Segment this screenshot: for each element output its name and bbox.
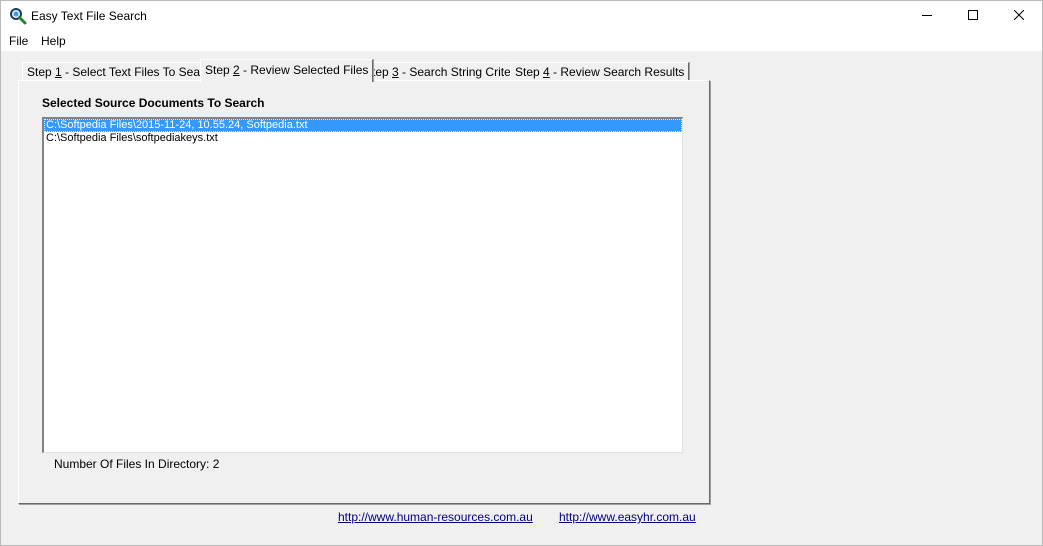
list-item-selected[interactable]: C:\Softpedia Files\2015-11-24, 10.55.24,… <box>44 119 682 132</box>
list-item[interactable]: C:\Softpedia Files\softpediakeys.txt <box>44 132 682 145</box>
tab-label-suffix: - Search String Criteria <box>398 65 525 79</box>
link-easyhr[interactable]: http://www.easyhr.com.au <box>559 510 696 524</box>
close-button[interactable] <box>996 1 1042 31</box>
tab-step-3[interactable]: Step 3 - Search String Criteria <box>359 62 530 81</box>
window-title: Easy Text File Search <box>31 9 147 23</box>
tab-step-1[interactable]: Step 1 - Select Text Files To Search <box>22 62 222 81</box>
tab-label-suffix: - Review Search Results <box>549 65 685 79</box>
tab-label-suffix: - Review Selected Files <box>239 63 369 77</box>
client-area: Step 1 - Select Text Files To Search Ste… <box>1 51 1042 545</box>
tab-label-number: 2 <box>233 63 240 77</box>
link-human-resources[interactable]: http://www.human-resources.com.au <box>338 510 533 524</box>
tab-label-number: 4 <box>543 65 550 79</box>
menu-file[interactable]: File <box>9 34 28 48</box>
minimize-icon <box>922 9 932 23</box>
tab-step-4[interactable]: Step 4 - Review Search Results <box>510 62 690 81</box>
close-icon <box>1013 9 1025 23</box>
title-bar[interactable]: Easy Text File Search <box>1 1 1042 31</box>
magnifier-icon <box>9 7 27 25</box>
tab-step-2[interactable]: Step 2 - Review Selected Files <box>200 59 374 82</box>
tab-label-prefix: Step <box>27 65 56 79</box>
maximize-icon <box>968 9 978 23</box>
tab-panel-review-files: Selected Source Documents To Search C:\S… <box>18 80 710 504</box>
tab-label-prefix: Step <box>205 63 234 77</box>
tab-label-number: 1 <box>55 65 62 79</box>
menu-bar: File Help <box>1 31 1042 51</box>
tab-label-prefix: Step <box>515 65 544 79</box>
menu-help[interactable]: Help <box>41 34 66 48</box>
tab-label-suffix: - Select Text Files To Search <box>61 65 217 79</box>
selected-files-listbox[interactable]: C:\Softpedia Files\2015-11-24, 10.55.24,… <box>42 117 683 453</box>
file-count-label: Number Of Files In Directory: 2 <box>54 457 220 471</box>
panel-title: Selected Source Documents To Search <box>42 96 265 110</box>
app-window: Easy Text File Search File Help Step 1 -… <box>0 0 1043 546</box>
minimize-button[interactable] <box>904 1 950 31</box>
maximize-button[interactable] <box>950 1 996 31</box>
tab-label-number: 3 <box>392 65 399 79</box>
